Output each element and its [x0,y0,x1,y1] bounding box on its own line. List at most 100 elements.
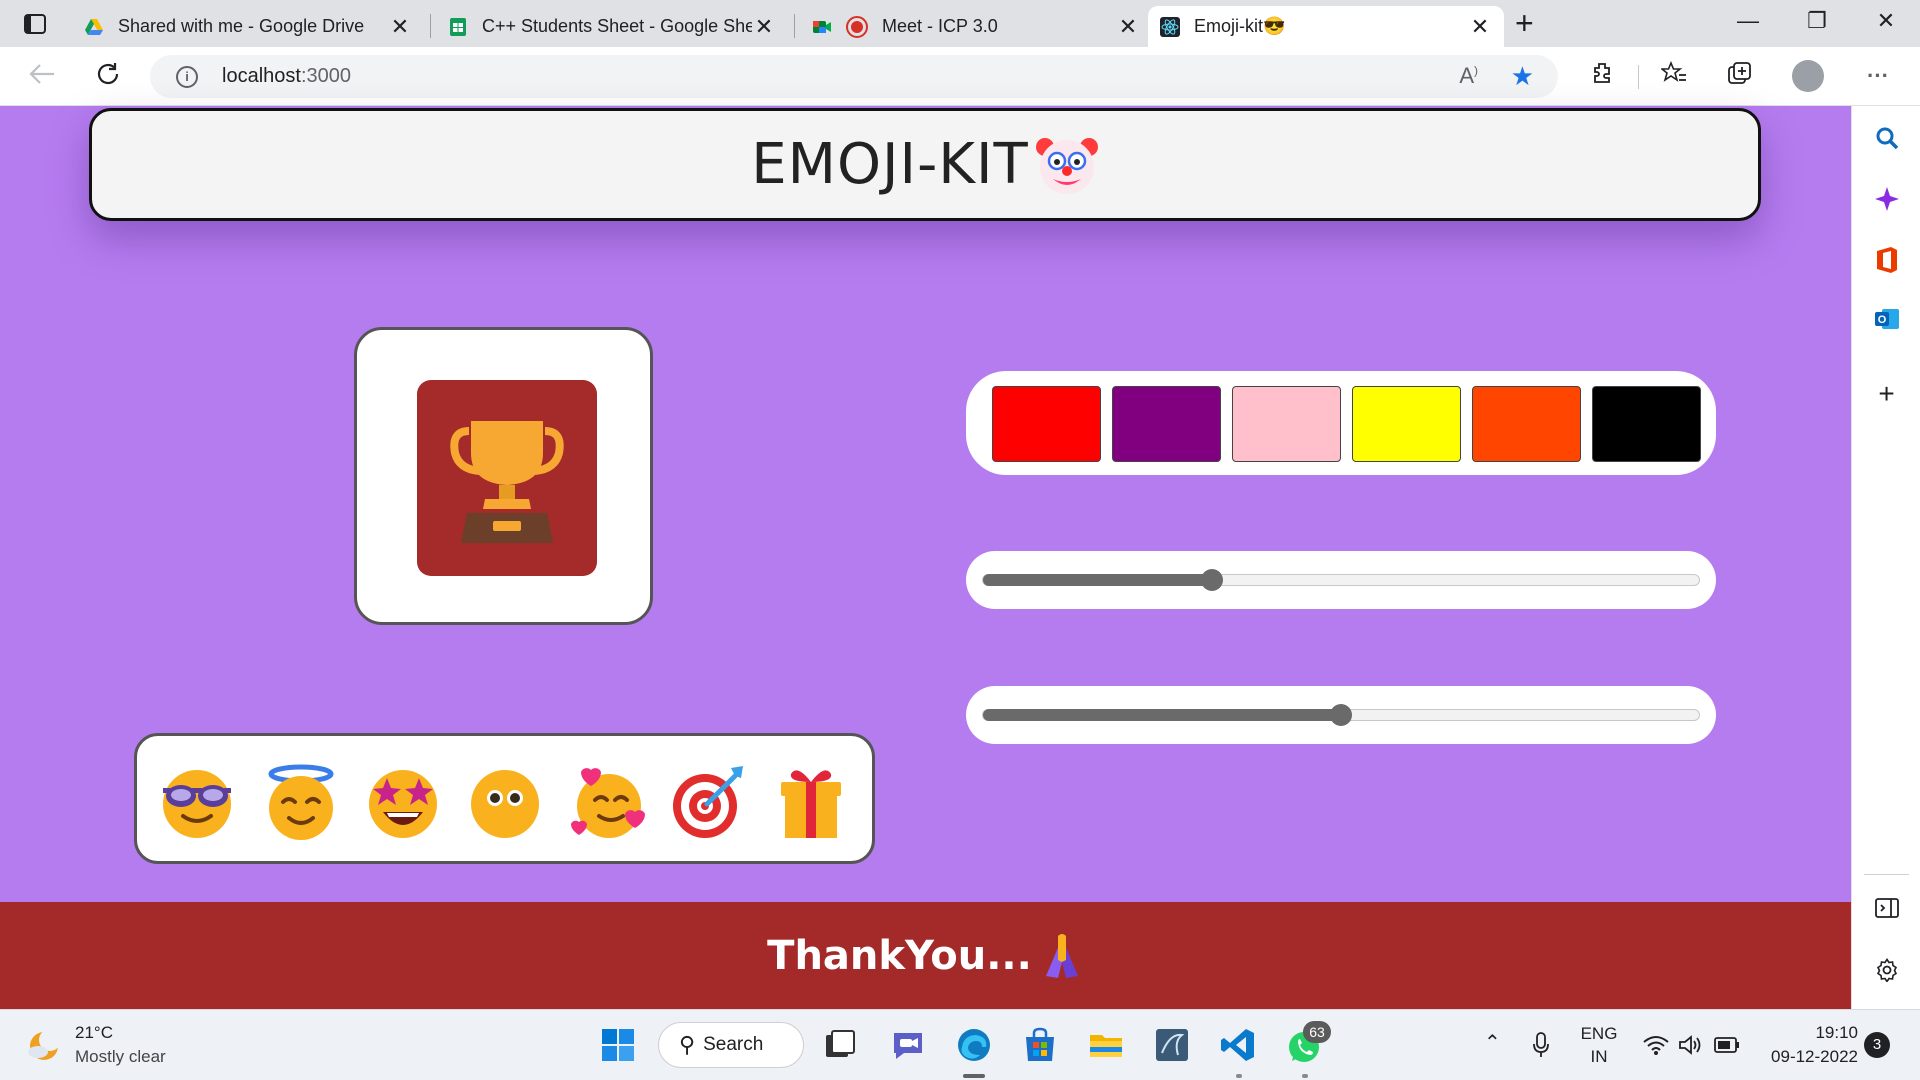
restore-button[interactable]: ❐ [1797,8,1837,34]
office-icon[interactable] [1852,246,1920,281]
microsoft-store-icon[interactable] [1020,1025,1060,1065]
svg-text:O: O [1877,314,1886,326]
recording-icon [846,15,868,38]
clock-date[interactable]: 09-12-2022 [1750,1047,1858,1067]
size-slider-fill [983,574,1213,586]
new-tab-button[interactable]: + [1515,7,1534,39]
color-swatch-yellow[interactable] [1352,386,1461,462]
teams-chat-icon[interactable] [888,1025,928,1065]
favorite-star-icon[interactable]: ★ [1511,61,1534,92]
weather-moon-cloud-icon[interactable] [26,1028,62,1064]
back-icon[interactable] [24,61,60,91]
windows-start-icon[interactable] [598,1025,638,1065]
color-swatch-pink[interactable] [1232,386,1341,462]
tab-google-meet[interactable]: Meet - ICP 3.0 ✕ [800,6,1152,47]
tab-emoji-kit[interactable]: Emoji-kit😎 ✕ [1148,6,1504,47]
clown-face-icon [1035,137,1098,194]
active-app-indicator [963,1074,985,1078]
size-slider-thumb[interactable] [1201,569,1224,591]
profile-avatar[interactable] [1792,60,1824,92]
hide-sidebar-icon[interactable] [1852,894,1920,925]
language-indicator-bottom[interactable]: IN [1576,1047,1622,1067]
tab-title: Shared with me - Google Drive [118,16,365,36]
size-slider-container [966,551,1716,609]
file-explorer-icon[interactable] [1086,1025,1126,1065]
color-swatch-orange-red[interactable] [1472,386,1581,462]
read-aloud-icon[interactable]: A) [1459,63,1478,89]
search-icon[interactable] [1852,126,1920,157]
more-options-icon[interactable]: ··· [1860,61,1896,91]
clock-time[interactable]: 19:10 [1750,1023,1858,1043]
whatsapp-unread-badge: 63 [1303,1021,1331,1043]
url-host: localhost [222,65,301,87]
second-slider-thumb[interactable] [1330,704,1352,726]
search-icon: ⚲ [679,1032,696,1057]
favorites-icon[interactable] [1656,60,1692,91]
emoji-preview-tile [417,380,597,576]
browser-tab-strip: Shared with me - Google Drive ✕ C++ Stud… [0,0,1920,47]
direct-hit-target-icon[interactable] [669,762,749,842]
tab-divider [794,14,795,38]
weather-description[interactable]: Mostly clear [75,1047,166,1067]
wrapped-gift-icon[interactable] [771,762,851,842]
extensions-icon[interactable] [1584,61,1620,91]
collections-icon[interactable] [1722,61,1758,91]
microphone-icon[interactable] [1532,1032,1550,1058]
show-hidden-icons-chevron-icon[interactable]: ⌃ [1484,1030,1501,1055]
open-app-indicator [1236,1074,1242,1078]
sunglasses-face-icon[interactable] [157,762,237,842]
emoji-picker-tray [134,733,875,864]
tab-actions-icon[interactable] [18,10,52,38]
browser-toolbar: i localhost:3000 A) ★ ··· [0,47,1920,106]
site-info-icon[interactable]: i [176,66,198,88]
settings-gear-icon[interactable] [1852,958,1920,989]
volume-icon[interactable] [1678,1034,1704,1056]
minimize-button[interactable]: — [1728,8,1768,34]
halo-face-icon[interactable] [261,762,341,842]
outlook-icon[interactable]: O [1852,306,1920,339]
open-eyes-face-icon[interactable] [465,762,545,842]
language-indicator-top[interactable]: ENG [1576,1024,1622,1044]
refresh-icon[interactable] [90,61,126,93]
size-slider[interactable] [982,569,1700,591]
color-swatch-purple[interactable] [1112,386,1221,462]
weather-temperature[interactable]: 21°C [75,1023,113,1043]
color-swatch-red[interactable] [992,386,1101,462]
edge-sidebar: O + [1851,106,1920,1009]
windows-taskbar: 21°C Mostly clear ⚲ Search 63 ⌃ ENG IN 1… [0,1009,1920,1080]
tab-divider [430,14,431,38]
close-tab-icon[interactable]: ✕ [1468,14,1492,40]
task-view-icon[interactable] [820,1025,860,1065]
edge-browser-icon[interactable] [954,1025,994,1065]
footer-text: ThankYou... [767,932,1032,979]
google-meet-icon [813,20,831,33]
mysql-workbench-icon[interactable] [1152,1025,1192,1065]
app-header: EMOJI-KIT [89,108,1761,221]
open-app-indicator [1302,1074,1308,1078]
discover-sparkle-icon[interactable] [1852,186,1920,219]
tab-title: Meet - ICP 3.0 [882,16,998,36]
url-port: :3000 [300,65,351,87]
address-bar[interactable]: i localhost:3000 A) ★ [150,55,1558,98]
folded-hands-icon [1045,933,1078,978]
add-sidebar-app-icon[interactable]: + [1852,378,1920,410]
url-text: localhost:3000 [222,65,351,88]
second-slider-container [966,686,1716,744]
battery-icon[interactable] [1714,1036,1740,1054]
second-slider[interactable] [982,704,1700,726]
wifi-icon[interactable] [1643,1034,1669,1056]
close-window-button[interactable]: ✕ [1866,8,1906,34]
notification-count-badge[interactable]: 3 [1864,1032,1890,1058]
emoji-kit-page: EMOJI-KIT ThankYou... [0,106,1851,1009]
color-swatch-black[interactable] [1592,386,1701,462]
page-title: EMOJI-KIT [751,132,1029,197]
tab-cpp-students-sheet[interactable]: C++ Students Sheet - Google Sheets ✕ [436,6,788,47]
close-tab-icon[interactable]: ✕ [388,14,412,40]
star-struck-icon[interactable] [363,762,443,842]
close-tab-icon[interactable]: ✕ [752,14,776,40]
smiling-face-with-hearts-icon[interactable] [567,762,647,842]
vscode-icon[interactable] [1218,1025,1258,1065]
taskbar-search[interactable]: ⚲ Search [658,1022,804,1068]
tab-google-drive[interactable]: Shared with me - Google Drive ✕ [72,6,424,47]
close-tab-icon[interactable]: ✕ [1116,14,1140,40]
